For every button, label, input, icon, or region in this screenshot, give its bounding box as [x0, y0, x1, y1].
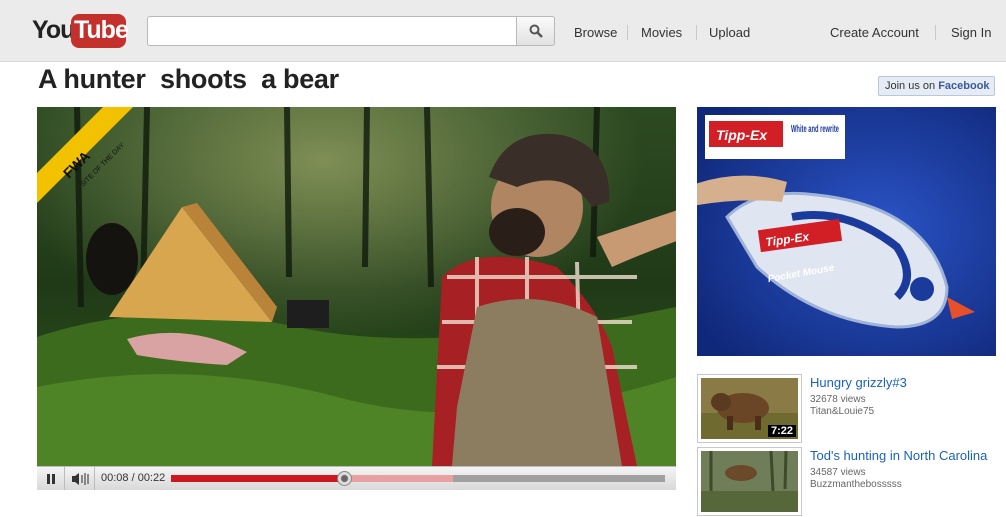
- scrubber-handle[interactable]: [336, 471, 352, 486]
- player-controls: 00:08 / 00:22: [37, 466, 676, 490]
- masthead: You Tube Browse Movies Upload Create Acc…: [0, 0, 1006, 62]
- sign-in-link[interactable]: Sign In: [951, 25, 991, 40]
- related-title-link[interactable]: Tod's hunting in North Carolina: [810, 448, 987, 463]
- related-title-link[interactable]: Hungry grizzly#3: [810, 375, 907, 390]
- related-video-item[interactable]: Tod's hunting in North Carolina 34587 vi…: [697, 447, 1002, 517]
- volume-button[interactable]: [65, 467, 95, 490]
- related-views: 34587 views: [810, 467, 866, 478]
- video-player[interactable]: FWA SITE OF THE DAY 00:08 / 00:22: [37, 107, 676, 490]
- video-frame[interactable]: FWA SITE OF THE DAY: [37, 107, 676, 466]
- pause-button[interactable]: [37, 467, 65, 490]
- bear-shape: [86, 223, 138, 295]
- search-button[interactable]: [516, 16, 555, 46]
- related-video-item[interactable]: 7:22 Hungry grizzly#3 32678 views Titan&…: [697, 374, 1002, 444]
- movies-link[interactable]: Movies: [641, 25, 682, 40]
- ad-tagline: White and rewrite: [791, 124, 839, 135]
- nav-divider: [627, 25, 628, 40]
- nav-divider: [935, 25, 936, 40]
- ad-brand: Tipp-Ex: [716, 127, 768, 143]
- video-duration: 7:22: [767, 425, 796, 437]
- tipp-ex-ad[interactable]: Tipp-Ex White and rewrite Tipp-Ex Pocket…: [697, 107, 996, 356]
- create-account-link[interactable]: Create Account: [830, 25, 919, 40]
- facebook-join-button[interactable]: Join us on Facebook: [878, 76, 995, 96]
- logo-tube-box: Tube: [71, 14, 129, 48]
- logo-you: You: [32, 16, 75, 44]
- facebook-join-prefix: Join us on: [885, 80, 939, 92]
- related-views: 32678 views: [810, 394, 866, 405]
- related-uploader[interactable]: Buzzmanthebosssss: [810, 479, 902, 490]
- related-thumbnail[interactable]: [697, 447, 802, 516]
- progress-played: [171, 475, 344, 482]
- hunting-thumbnail-image: [701, 451, 798, 512]
- facebook-brand: Facebook: [938, 80, 990, 92]
- related-thumbnail[interactable]: 7:22: [697, 374, 802, 443]
- video-title: A hunter shoots a bear: [38, 64, 339, 94]
- logo-tube: Tube: [74, 16, 129, 44]
- upload-link[interactable]: Upload: [709, 25, 750, 40]
- search-input[interactable]: [147, 16, 516, 46]
- search-icon: [529, 24, 543, 38]
- related-uploader[interactable]: Titan&Louie75: [810, 406, 874, 417]
- progress-bar[interactable]: [171, 475, 665, 482]
- nav-divider: [696, 25, 697, 40]
- youtube-logo[interactable]: You Tube: [30, 14, 129, 50]
- browse-link[interactable]: Browse: [574, 25, 617, 40]
- time-display: 00:08 / 00:22: [101, 472, 166, 484]
- volume-icon: [72, 473, 89, 485]
